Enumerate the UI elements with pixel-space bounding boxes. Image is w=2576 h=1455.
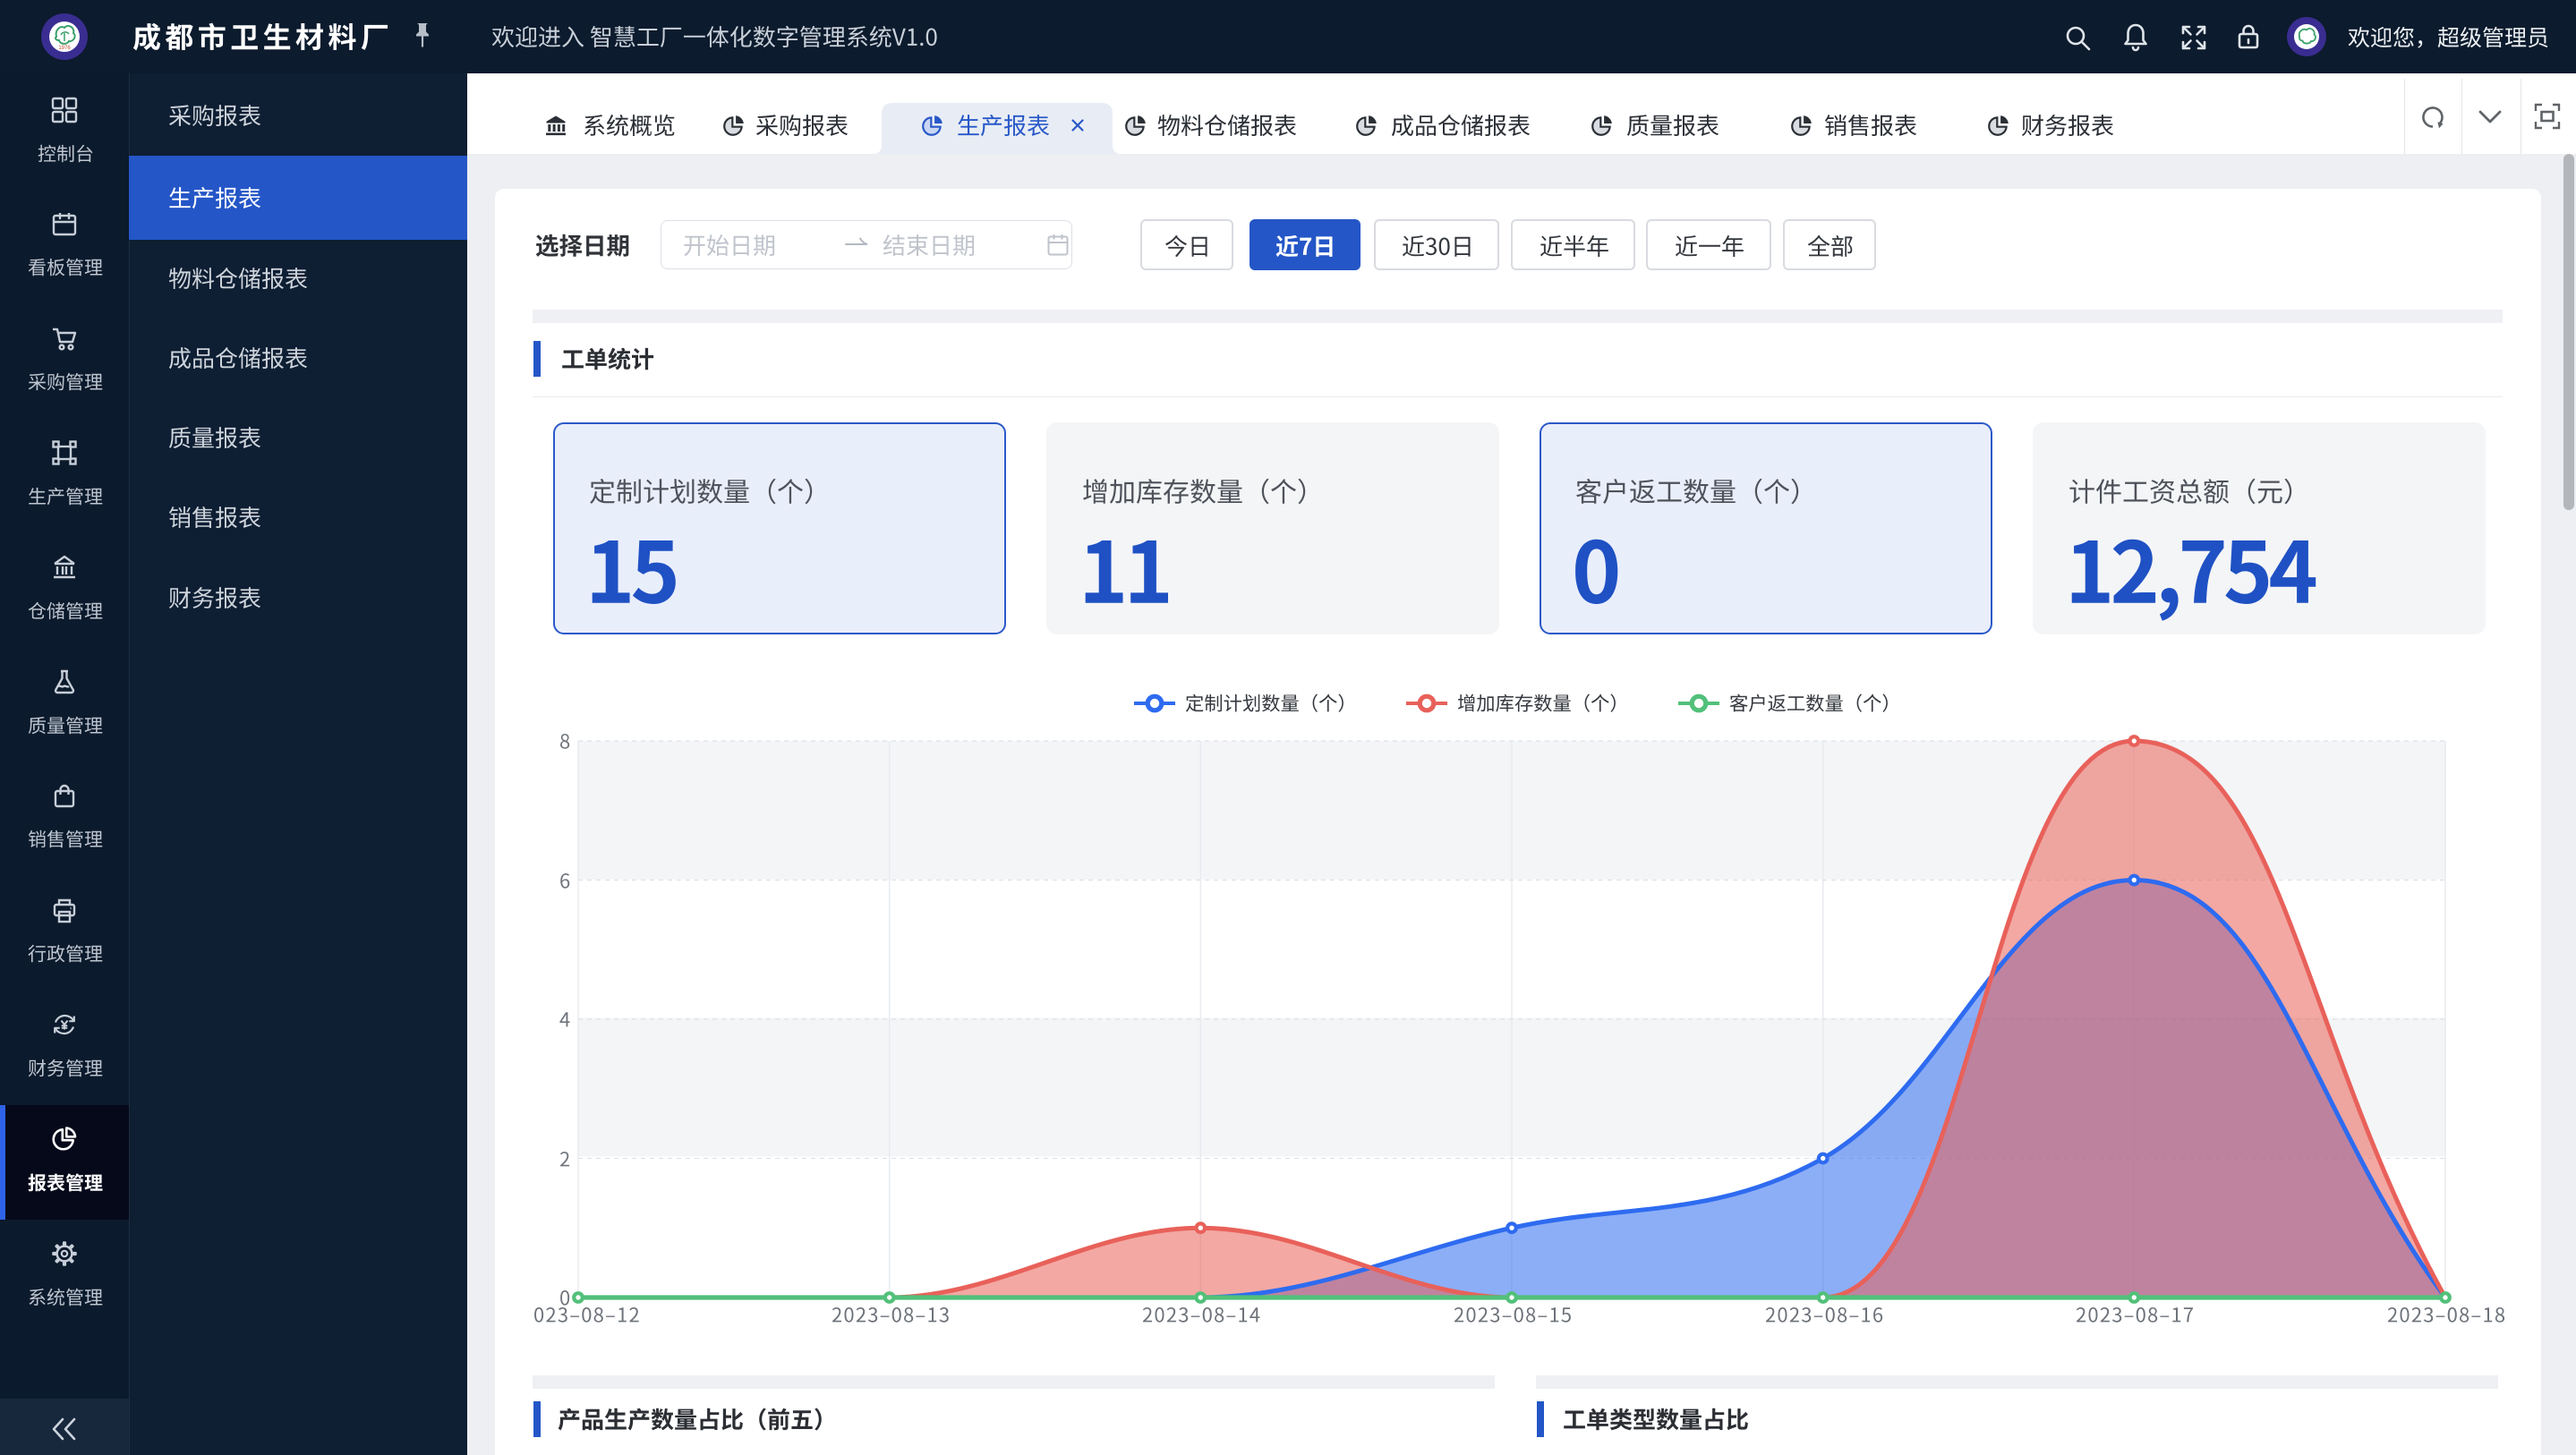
svg-text:1976: 1976 [58, 46, 71, 51]
